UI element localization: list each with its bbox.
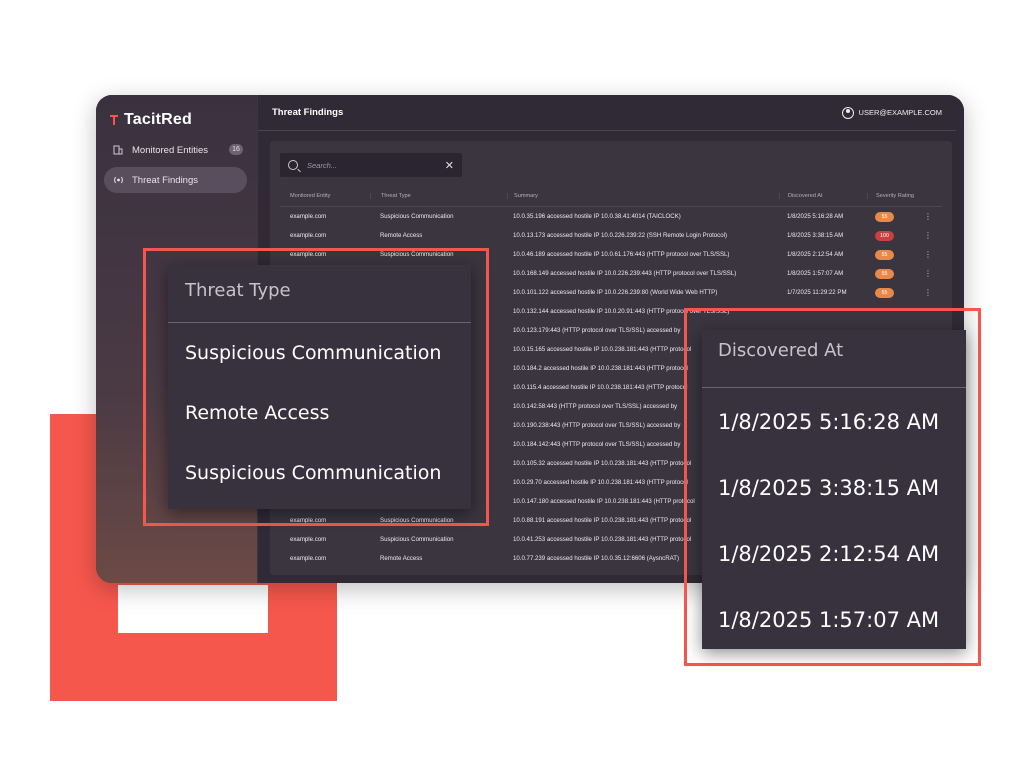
topbar: Threat Findings USER@EXAMPLE.COM <box>258 95 956 131</box>
column-header-summary[interactable]: Summary <box>507 192 779 199</box>
cell-severity: 55 <box>867 268 922 279</box>
divider <box>168 322 471 323</box>
row-menu-icon[interactable]: ⋮ <box>922 269 934 278</box>
callout-header: Threat Type <box>185 280 291 301</box>
cell-threat-type: Remote Access <box>380 555 423 562</box>
brand-logo-icon <box>110 114 120 126</box>
row-menu-icon[interactable]: ⋮ <box>922 250 934 259</box>
cell-summary: 10.0.101.122 accessed hostile IP 10.0.22… <box>513 289 718 296</box>
cell-summary: 10.0.35.196 accessed hostile IP 10.0.38.… <box>513 213 681 220</box>
callout-item: 1/8/2025 2:12:54 AM <box>718 542 940 566</box>
user-menu[interactable]: USER@EXAMPLE.COM <box>841 106 942 119</box>
column-header-discovered[interactable]: Discovered At <box>779 192 867 199</box>
cell-summary: 10.0.168.149 accessed hostile IP 10.0.22… <box>513 270 737 277</box>
callout-item: 1/8/2025 5:16:28 AM <box>718 410 940 434</box>
callout-item: Remote Access <box>185 402 330 424</box>
table-header: Monitored Entity Threat Type Summary Dis… <box>280 185 942 207</box>
search-box: ✕ <box>280 153 462 177</box>
user-email: USER@EXAMPLE.COM <box>858 108 942 117</box>
cell-entity: example.com <box>290 213 327 220</box>
cell-entity: example.com <box>290 536 327 543</box>
column-header-threat-type[interactable]: Threat Type <box>370 192 507 199</box>
cell-threat-type: Suspicious Communication <box>380 536 454 543</box>
user-icon <box>841 106 854 119</box>
cell-discovered: 1/7/2025 11:29:22 PM <box>787 289 847 296</box>
sidebar-item-monitored-entities[interactable]: Monitored Entities 16 <box>104 137 247 163</box>
callout-threat-type: Threat Type Suspicious Communication Rem… <box>168 265 471 509</box>
cell-discovered: 1/8/2025 1:57:07 AM <box>787 270 844 277</box>
page-title: Threat Findings <box>272 107 344 118</box>
callout-discovered-at: Discovered At 1/8/2025 5:16:28 AM 1/8/20… <box>702 330 966 649</box>
column-header-severity[interactable]: Severity Rating <box>867 192 922 199</box>
divider <box>702 387 966 388</box>
broadcast-icon <box>112 174 124 186</box>
cell-severity: 55 <box>867 249 922 260</box>
cell-severity: 100 <box>867 230 922 241</box>
row-menu-icon[interactable]: ⋮ <box>922 231 934 240</box>
count-badge: 16 <box>229 144 243 155</box>
cell-entity: example.com <box>290 555 327 562</box>
brand-name: TacitRed <box>124 111 192 128</box>
callout-item: 1/8/2025 1:57:07 AM <box>718 608 940 632</box>
severity-badge: 55 <box>875 287 894 298</box>
building-icon <box>112 144 124 156</box>
cell-discovered: 1/8/2025 2:12:54 AM <box>787 251 844 258</box>
severity-badge: 55 <box>875 268 894 279</box>
cell-summary: 10.0.46.189 accessed hostile IP 10.0.61.… <box>513 251 730 258</box>
callout-header: Discovered At <box>718 340 844 361</box>
search-input[interactable] <box>307 160 445 170</box>
cell-discovered: 1/8/2025 5:16:28 AM <box>787 213 844 220</box>
cell-severity: 55 <box>867 211 922 222</box>
cell-summary: 10.0.13.173 accessed hostile IP 10.0.226… <box>513 232 727 239</box>
callout-item: Suspicious Communication <box>185 462 442 484</box>
cell-threat-type: Remote Access <box>380 232 423 239</box>
row-menu-icon[interactable]: ⋮ <box>922 212 934 221</box>
table-row[interactable]: example.com Suspicious Communication 10.0.… <box>280 207 942 226</box>
sidebar-item-label: Monitored Entities <box>132 144 209 156</box>
sidebar-item-label: Threat Findings <box>132 174 199 186</box>
severity-badge: 55 <box>875 249 894 260</box>
row-menu-icon[interactable]: ⋮ <box>922 288 934 297</box>
search-icon <box>288 160 298 170</box>
column-header-entity[interactable]: Monitored Entity <box>280 193 370 199</box>
sidebar-item-threat-findings[interactable]: Threat Findings <box>104 167 247 193</box>
severity-badge: 100 <box>875 230 894 241</box>
cell-entity: example.com <box>290 232 327 239</box>
decorative-white-block <box>118 585 268 633</box>
severity-badge: 55 <box>875 211 894 222</box>
cell-threat-type: Suspicious Communication <box>380 213 454 220</box>
cell-discovered: 1/8/2025 3:38:15 AM <box>787 232 844 239</box>
close-icon[interactable]: ✕ <box>445 159 454 172</box>
brand: TacitRed <box>96 95 257 133</box>
callout-item: Suspicious Communication <box>185 342 442 364</box>
table-row[interactable]: example.com Remote Access 10.0.13.173 acce… <box>280 226 942 245</box>
callout-item: 1/8/2025 3:38:15 AM <box>718 476 940 500</box>
cell-severity: 55 <box>867 287 922 298</box>
